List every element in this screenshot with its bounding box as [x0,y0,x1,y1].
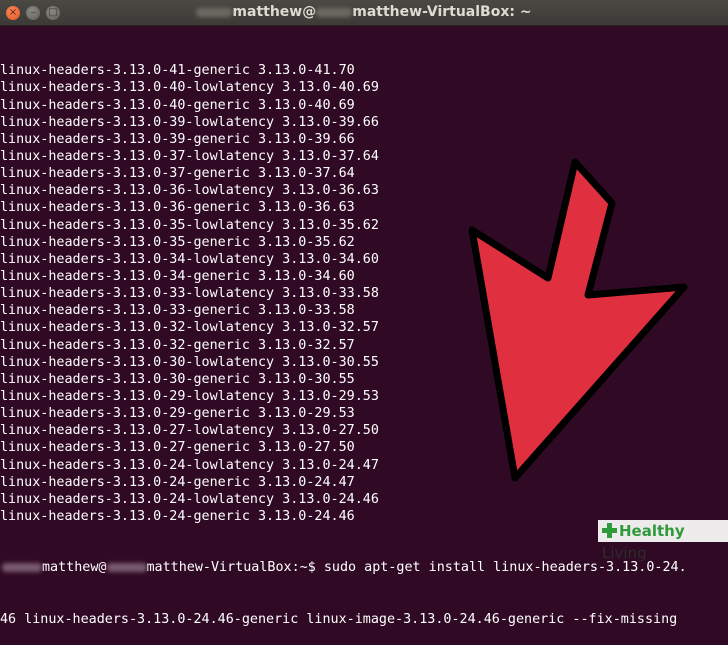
terminal-line: linux-headers-3.13.0-35-generic 3.13.0-3… [0,234,355,250]
redacted-name [2,562,42,572]
terminal-line: linux-headers-3.13.0-35-lowlatency 3.13.… [0,217,379,233]
redacted-name [316,7,353,17]
terminal-line: linux-headers-3.13.0-30-lowlatency 3.13.… [0,354,379,370]
terminal-line: linux-headers-3.13.0-40-lowlatency 3.13.… [0,80,379,96]
watermark-word: Living [602,544,647,562]
terminal-line: linux-headers-3.13.0-29-lowlatency 3.13.… [0,388,379,404]
terminal-line: linux-headers-3.13.0-32-generic 3.13.0-3… [0,337,355,353]
terminal-line: linux-headers-3.13.0-36-generic 3.13.0-3… [0,200,355,216]
terminal-line: linux-headers-3.13.0-37-lowlatency 3.13.… [0,149,379,165]
terminal-line: linux-headers-3.13.0-32-lowlatency 3.13.… [0,320,379,336]
terminal-line: linux-headers-3.13.0-34-generic 3.13.0-3… [0,269,355,284]
terminal-line: linux-headers-3.13.0-30-generic 3.13.0-3… [0,371,355,387]
terminal-line: linux-headers-3.13.0-27-generic 3.13.0-2… [0,440,355,456]
window-title: matthew@ matthew-VirtualBox: ~ [0,4,728,20]
terminal-line: linux-headers-3.13.0-24-lowlatency 3.13.… [0,457,379,473]
watermark-brand: Healthy [619,522,685,540]
terminal-line: linux-headers-3.13.0-34-lowlatency 3.13.… [0,251,379,267]
prompt-user: matthew@ [42,560,107,576]
terminal-line: linux-headers-3.13.0-41-generic 3.13.0-4… [0,63,355,79]
healthy-living-watermark: Healthy Living [598,520,728,562]
title-host: matthew-VirtualBox: ~ [352,4,532,20]
terminal-line: linux-headers-3.13.0-36-lowlatency 3.13.… [0,183,379,199]
terminal-line: linux-headers-3.13.0-24-lowlatency 3.13.… [0,491,379,507]
terminal-output[interactable]: linux-headers-3.13.0-41-generic 3.13.0-4… [0,28,728,627]
window-titlebar: × – □ matthew@ matthew-VirtualBox: ~ [0,0,728,26]
terminal-line: linux-headers-3.13.0-27-lowlatency 3.13.… [0,423,379,439]
terminal-line: linux-headers-3.13.0-39-generic 3.13.0-3… [0,131,355,147]
redacted-name [196,7,233,17]
command-continuation-line: 46 linux-headers-3.13.0-24.46-generic li… [0,611,678,627]
title-user: matthew@ [232,4,317,20]
prompt-host-path: matthew-VirtualBox:~$ [146,560,324,576]
terminal-line: linux-headers-3.13.0-33-generic 3.13.0-3… [0,303,355,319]
plus-icon [602,523,617,538]
terminal-line: linux-headers-3.13.0-37-generic 3.13.0-3… [0,166,355,182]
terminal-line: linux-headers-3.13.0-39-lowlatency 3.13.… [0,114,379,130]
redacted-name [106,562,147,572]
terminal-line: linux-headers-3.13.0-29-generic 3.13.0-2… [0,406,355,422]
terminal-line: linux-headers-3.13.0-33-lowlatency 3.13.… [0,286,379,302]
terminal-line: linux-headers-3.13.0-24-generic 3.13.0-2… [0,474,355,490]
terminal-line: linux-headers-3.13.0-40-generic 3.13.0-4… [0,97,355,113]
